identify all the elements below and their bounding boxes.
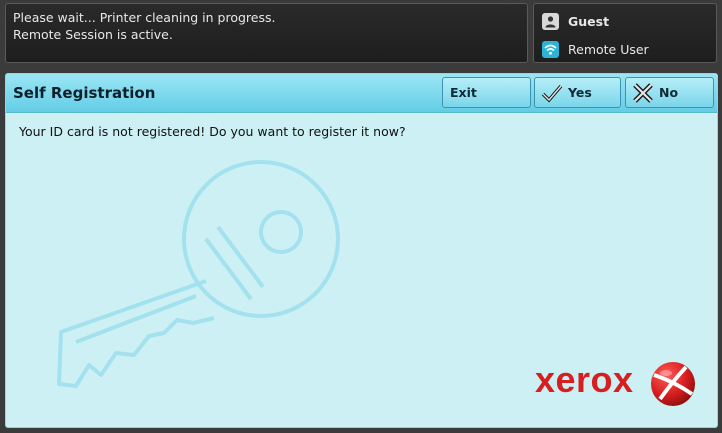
self-registration-dialog: Self Registration Exit Yes No Your ID ca… xyxy=(5,73,718,428)
remote-user-label: Remote User xyxy=(568,41,649,57)
remote-user-indicator: Remote User xyxy=(542,39,649,59)
wifi-icon xyxy=(542,40,559,58)
guest-user-button[interactable]: Guest xyxy=(542,11,609,31)
person-icon xyxy=(542,12,559,30)
xerox-sphere-icon xyxy=(651,362,695,406)
no-button-label: No xyxy=(659,85,679,100)
registration-message: Your ID card is not registered! Do you w… xyxy=(19,124,406,139)
dialog-title: Self Registration xyxy=(13,84,156,102)
yes-button-label: Yes xyxy=(568,85,592,100)
exit-button-label: Exit xyxy=(450,85,477,100)
status-line-1: Please wait... Printer cleaning in progr… xyxy=(13,10,276,25)
status-line-2: Remote Session is active. xyxy=(13,27,173,42)
xerox-logo: xerox xyxy=(535,359,634,400)
yes-button[interactable]: Yes xyxy=(534,77,621,108)
dialog-header: Self Registration Exit Yes No xyxy=(6,74,717,113)
status-message-panel: Please wait... Printer cleaning in progr… xyxy=(5,3,528,63)
exit-button[interactable]: Exit xyxy=(442,77,531,108)
guest-label: Guest xyxy=(568,13,610,29)
close-icon xyxy=(631,82,655,104)
no-button[interactable]: No xyxy=(625,77,714,108)
checkmark-icon xyxy=(540,82,564,104)
user-panel: Guest Remote User xyxy=(533,3,717,63)
